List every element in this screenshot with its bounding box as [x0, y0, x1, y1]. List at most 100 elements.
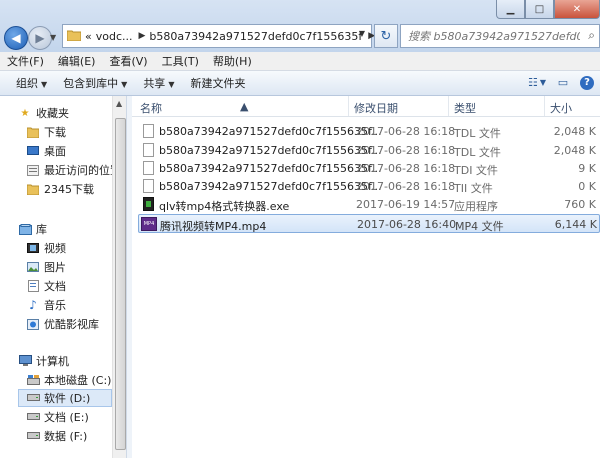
file-size: 2,048 K	[553, 144, 596, 157]
file-size: 9 K	[578, 162, 596, 175]
nav-desktop[interactable]: 桌面	[26, 142, 66, 160]
drive-icon	[26, 411, 40, 423]
file-size: 760 K	[564, 198, 596, 211]
maximize-button[interactable]: □	[525, 0, 554, 19]
search-icon[interactable]: ⌕	[588, 28, 595, 43]
menu-edit[interactable]: 编辑(E)	[51, 53, 103, 69]
organize-button[interactable]: 组织 ▼	[8, 75, 55, 91]
include-in-library-button[interactable]: 包含到库中 ▼	[55, 75, 135, 91]
nav-label: 优酷影视库	[44, 318, 99, 331]
nav-youku-library[interactable]: 优酷影视库	[26, 315, 99, 333]
file-icon	[143, 179, 154, 193]
file-type: TDL 文件	[454, 127, 501, 140]
nav-music[interactable]: ♪ 音乐	[26, 296, 66, 314]
column-header-size[interactable]: 大小	[550, 100, 572, 116]
column-header-type[interactable]: 类型	[454, 100, 476, 116]
column-divider[interactable]	[348, 96, 349, 116]
file-row[interactable]: b580a73942a971527defd0c7f155635f... 2017…	[138, 122, 600, 141]
column-headers: ▲ 名称 修改日期 类型 大小	[132, 96, 600, 117]
back-arrow-icon: ◀	[11, 31, 21, 45]
share-button[interactable]: 共享 ▼	[135, 75, 182, 91]
breadcrumb-overflow[interactable]: «	[85, 30, 92, 43]
file-icon	[143, 143, 154, 157]
nav-videos[interactable]: 视频	[26, 239, 66, 257]
nav-2345-downloads[interactable]: 2345下载	[26, 180, 94, 198]
dropdown-arrow-icon: ▼	[168, 80, 175, 89]
file-name: b580a73942a971527defd0c7f155635f...	[159, 162, 382, 175]
file-date: 2017-06-28 16:18	[356, 144, 456, 157]
drive-icon	[26, 392, 40, 404]
column-header-date[interactable]: 修改日期	[354, 100, 398, 116]
nav-label: 数据 (F:)	[44, 430, 88, 443]
refresh-icon: ↻	[380, 28, 392, 44]
search-box[interactable]: ⌕	[400, 24, 600, 48]
file-row[interactable]: qlv转mp4格式转换器.exe 2017-06-19 14:57 应用程序 7…	[138, 195, 600, 214]
menu-file[interactable]: 文件(F)	[0, 53, 51, 69]
new-folder-label: 新建文件夹	[190, 77, 246, 90]
search-input[interactable]	[406, 28, 582, 44]
music-library-icon: ♪	[29, 298, 37, 312]
scrollbar-thumb[interactable]	[115, 118, 126, 450]
breadcrumb-current[interactable]: b580a73942a971527defd0c7f155635f	[149, 30, 362, 43]
menu-help[interactable]: 帮助(H)	[206, 53, 259, 69]
nav-drive-d[interactable]: 软件 (D:)	[18, 389, 112, 407]
video-library-icon	[26, 242, 40, 254]
file-row[interactable]: b580a73942a971527defd0c7f155635f... 2017…	[138, 141, 600, 160]
nav-downloads[interactable]: 下载	[26, 123, 66, 141]
recent-pages-dropdown[interactable]: ▼	[50, 33, 56, 42]
dropdown-arrow-icon: ▼	[41, 80, 48, 89]
column-header-name[interactable]: 名称	[140, 100, 162, 116]
nav-documents[interactable]: 文档	[26, 277, 66, 295]
address-dropdown-icon[interactable]: ▼	[359, 29, 365, 38]
minimize-button[interactable]: ▁	[496, 0, 525, 19]
nav-label: 文档	[44, 280, 66, 293]
desktop-icon	[26, 145, 40, 157]
view-controls: ☷ ▼ ▭ ?	[528, 74, 594, 91]
file-type: TII 文件	[454, 182, 493, 195]
back-button[interactable]: ◀	[4, 26, 28, 50]
new-folder-button[interactable]: 新建文件夹	[182, 75, 253, 91]
view-options-button[interactable]: ☷ ▼	[528, 74, 546, 91]
file-type: MP4 文件	[455, 220, 504, 233]
menu-tools[interactable]: 工具(T)	[155, 53, 206, 69]
file-row-selected[interactable]: 腾讯视频转MP4.mp4 2017-06-28 16:40 MP4 文件 6,1…	[138, 214, 600, 233]
help-icon[interactable]: ?	[580, 75, 594, 90]
menu-view[interactable]: 查看(V)	[102, 53, 154, 69]
breadcrumb-separator-icon[interactable]: ▶	[139, 31, 146, 41]
file-row[interactable]: b580a73942a971527defd0c7f155635f... 2017…	[138, 177, 600, 196]
command-bar: 组织 ▼ 包含到库中 ▼ 共享 ▼ 新建文件夹 ☷ ▼ ▭ ?	[0, 71, 600, 96]
file-date: 2017-06-28 16:18	[356, 180, 456, 193]
column-divider[interactable]	[544, 96, 545, 116]
nav-label: 下载	[44, 126, 66, 139]
nav-libraries[interactable]: 库	[18, 220, 47, 238]
refresh-button[interactable]: ↻	[374, 24, 398, 48]
file-icon	[143, 124, 154, 138]
computer-icon	[18, 355, 32, 367]
address-bar[interactable]: « vodc... ▶ b580a73942a971527defd0c7f155…	[62, 24, 375, 48]
file-row[interactable]: b580a73942a971527defd0c7f155635f... 2017…	[138, 159, 600, 178]
nav-label: 桌面	[44, 145, 66, 158]
nav-favorites[interactable]: ★ 收藏夹	[18, 104, 69, 122]
include-in-library-label: 包含到库中	[63, 77, 119, 90]
column-divider[interactable]	[448, 96, 449, 116]
menu-bar: 文件(F) 编辑(E) 查看(V) 工具(T) 帮助(H)	[0, 52, 600, 71]
title-bar: ▁ □ ✕ ◀ ▶ ▼ « vodc... ▶ b580a73942a97152…	[0, 0, 600, 52]
file-name: b580a73942a971527defd0c7f155635f...	[159, 180, 382, 193]
breadcrumb-vodc[interactable]: vodc...	[96, 30, 133, 43]
nav-label: 库	[36, 223, 47, 236]
nav-drive-c[interactable]: 本地磁盘 (C:)	[26, 371, 111, 389]
recent-places-icon	[26, 164, 40, 176]
nav-pictures[interactable]: 图片	[26, 258, 66, 276]
close-button[interactable]: ✕	[554, 0, 600, 19]
nav-recent-places[interactable]: 最近访问的位置	[26, 161, 112, 179]
nav-computer[interactable]: 计算机	[18, 352, 69, 370]
nav-drive-f[interactable]: 数据 (F:)	[26, 427, 87, 445]
file-type: TDI 文件	[454, 164, 498, 177]
nav-drive-e[interactable]: 文档 (E:)	[26, 408, 89, 426]
navigation-scrollbar[interactable]: ▲	[112, 96, 127, 458]
forward-button[interactable]: ▶	[28, 26, 52, 50]
preview-pane-button[interactable]: ▭	[554, 74, 572, 91]
scroll-up-icon[interactable]: ▲	[116, 99, 122, 108]
libraries-icon	[18, 223, 32, 235]
nav-label: 本地磁盘 (C:)	[44, 374, 112, 387]
